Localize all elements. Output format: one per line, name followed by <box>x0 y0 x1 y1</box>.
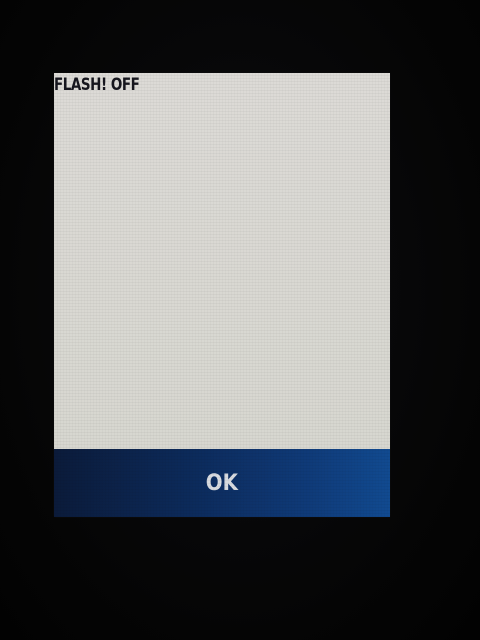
ok-button[interactable]: OK <box>188 465 256 502</box>
softkey-bar: OK <box>54 449 390 517</box>
phone-screen: FLASH! OFF OK <box>54 73 390 517</box>
flash-status-text: FLASH! OFF <box>54 75 140 95</box>
message-area: FLASH! OFF <box>54 73 390 449</box>
phone-device: FLASH! OFF OK <box>0 0 480 640</box>
